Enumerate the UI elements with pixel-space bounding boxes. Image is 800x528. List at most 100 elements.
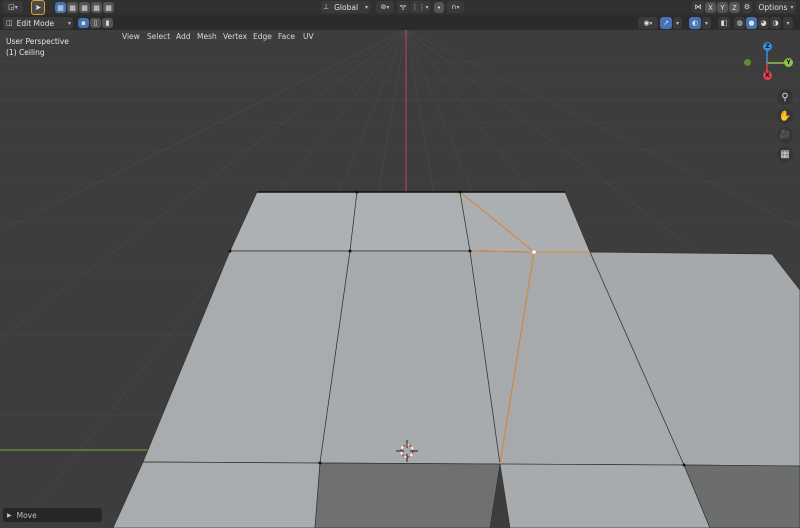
material-sphere-icon: ◕: [760, 19, 767, 27]
mesh-face[interactable]: [349, 191, 471, 252]
gizmo-arrow-icon: ↗: [663, 19, 669, 27]
chevron-down-icon: ▾: [425, 3, 429, 11]
visibility-dropdown[interactable]: ◉ ▾: [638, 17, 658, 29]
proportional-edit-icon: •: [436, 3, 442, 12]
chevron-down-icon: ▾: [649, 19, 653, 27]
select-invert-icon: ▦: [93, 3, 100, 12]
camera-icon: 🎥: [779, 130, 791, 140]
menu-uv[interactable]: UV: [301, 31, 316, 43]
chevron-down-icon: ▾: [386, 3, 390, 11]
mirror-z-label: Z: [732, 3, 737, 12]
last-operator-panel[interactable]: ▶ Move: [3, 508, 102, 522]
wireframe-sphere-icon: ◍: [736, 19, 743, 27]
xray-icon: ◧: [720, 19, 728, 27]
selected-vertex[interactable]: [532, 250, 536, 254]
select-extend-button[interactable]: ▦: [67, 2, 78, 13]
shading-material-button[interactable]: ◕: [758, 17, 769, 29]
mesh-face-dark[interactable]: [314, 462, 501, 528]
gizmo-x-axis[interactable]: X: [763, 71, 772, 80]
select-intersect-icon: ▦: [105, 3, 112, 12]
options-label: Options: [758, 2, 788, 12]
select-intersect-button[interactable]: ▦: [103, 2, 114, 13]
menu-view[interactable]: View: [120, 31, 142, 43]
viewport-perspective-label: User Perspective: [6, 37, 69, 46]
mesh-face[interactable]: [319, 250, 501, 465]
camera-view-button[interactable]: 🎥: [777, 127, 793, 143]
options-dropdown[interactable]: Options ▾: [756, 1, 796, 13]
pan-button[interactable]: ✋: [777, 108, 793, 124]
mesh-face[interactable]: [142, 250, 351, 464]
butterfly-icon: ⋈: [694, 3, 702, 11]
edge-select-mode-button[interactable]: ▯: [90, 18, 101, 28]
mirror-x-label: X: [708, 3, 713, 12]
select-tool-button[interactable]: ➤: [31, 0, 45, 15]
expand-arrow-icon: ▶: [7, 511, 12, 519]
mirror-y-label: Y: [720, 3, 725, 12]
menu-edge[interactable]: Edge: [251, 31, 274, 43]
overlays-toggle[interactable]: ◐: [689, 17, 701, 29]
gizmo-y-axis[interactable]: Y: [784, 58, 793, 67]
overlays-icon: ◐: [691, 19, 699, 27]
3d-viewport[interactable]: [0, 0, 800, 528]
zoom-magnifier-icon: ⚲: [781, 91, 789, 103]
vertex-select-mode-button[interactable]: ▪: [78, 18, 89, 28]
menu-add[interactable]: Add: [174, 31, 193, 43]
shading-solid-button[interactable]: ●: [746, 17, 757, 29]
transform-orientation-dropdown[interactable]: ⊥ Global ▾: [321, 1, 370, 13]
gizmo-neg-y-axis[interactable]: [744, 59, 751, 66]
navigation-gizmo[interactable]: Z Y X: [738, 38, 798, 86]
snap-increment-icon: ⋮⋮: [411, 3, 426, 11]
face-select-mode-button[interactable]: ▮: [102, 18, 113, 28]
mirror-y-toggle[interactable]: Y: [717, 2, 728, 13]
zoom-button[interactable]: ⚲: [777, 89, 793, 105]
shading-rendered-button[interactable]: ◑: [770, 17, 781, 29]
face-mode-icon: ▮: [105, 19, 110, 27]
mesh-face[interactable]: [499, 463, 711, 528]
gizmo-toggle[interactable]: ↗: [660, 17, 672, 29]
gizmo-x-label: X: [765, 72, 770, 79]
grid-perspective-icon: ▦: [780, 148, 790, 160]
mesh-options-icon[interactable]: ⚙: [742, 1, 752, 13]
mirror-options-icon[interactable]: ⋈: [692, 1, 704, 13]
chevron-down-icon: ▾: [14, 3, 18, 11]
gizmo-z-label: Z: [765, 43, 770, 50]
mode-label: Edit Mode: [16, 18, 54, 28]
chevron-down-icon: ▾: [675, 19, 679, 27]
pivot-point-dropdown[interactable]: ⊚ ▾: [376, 1, 394, 13]
proportional-edit-toggle[interactable]: •: [434, 2, 444, 13]
gizmo-dropdown[interactable]: ▾: [673, 17, 682, 29]
select-invert-button[interactable]: ▦: [91, 2, 102, 13]
mesh-face[interactable]: [229, 191, 358, 252]
gizmo-z-axis[interactable]: Z: [763, 42, 772, 51]
viewport-header: ◫ Edit Mode ▾ ▪ ▯ ▮ View Select Add Mesh…: [0, 15, 800, 41]
ceiling-mesh[interactable]: [112, 191, 800, 528]
shading-wireframe-button[interactable]: ◍: [734, 17, 745, 29]
shading-dropdown[interactable]: ▾: [783, 17, 793, 29]
select-subtract-icon: ▦: [81, 3, 88, 12]
operator-label: Move: [16, 510, 37, 520]
xray-toggle[interactable]: ◧: [718, 17, 730, 29]
snap-target-dropdown[interactable]: ⋮⋮ ▾: [410, 1, 430, 13]
mirror-x-toggle[interactable]: X: [705, 2, 716, 13]
orientation-icon: ⊥: [323, 3, 330, 11]
select-new-button[interactable]: ▦: [55, 2, 66, 13]
mesh-face[interactable]: [112, 461, 321, 528]
falloff-dropdown[interactable]: ∩ ▾: [447, 1, 464, 13]
orientation-label: Global: [334, 2, 359, 12]
editor-type-button[interactable]: ◲ ▾: [3, 1, 23, 13]
menu-select[interactable]: Select: [145, 31, 172, 43]
mode-dropdown[interactable]: ◫ Edit Mode ▾: [3, 17, 73, 29]
menu-vertex[interactable]: Vertex: [221, 31, 249, 43]
menu-mesh[interactable]: Mesh: [195, 31, 219, 43]
chevron-down-icon: ▾: [704, 19, 708, 27]
snap-toggle[interactable]: 🝖: [397, 1, 409, 13]
tool-settings-header: ◲ ▾ ➤ ▦ ▦ ▦ ▦ ▦ ⊥ Global ▾ ⊚ ▾ 🝖 ⋮⋮ ▾ • ∩ ▾ …: [0, 0, 800, 15]
mirror-z-toggle[interactable]: Z: [729, 2, 740, 13]
menu-face[interactable]: Face: [276, 31, 297, 43]
select-subtract-button[interactable]: ▦: [79, 2, 90, 13]
options-wrench-icon: ⚙: [743, 3, 751, 11]
hand-icon: ✋: [778, 110, 792, 122]
chevron-down-icon: ▾: [786, 19, 790, 27]
perspective-toggle-button[interactable]: ▦: [777, 146, 793, 162]
overlays-dropdown[interactable]: ▾: [702, 17, 711, 29]
